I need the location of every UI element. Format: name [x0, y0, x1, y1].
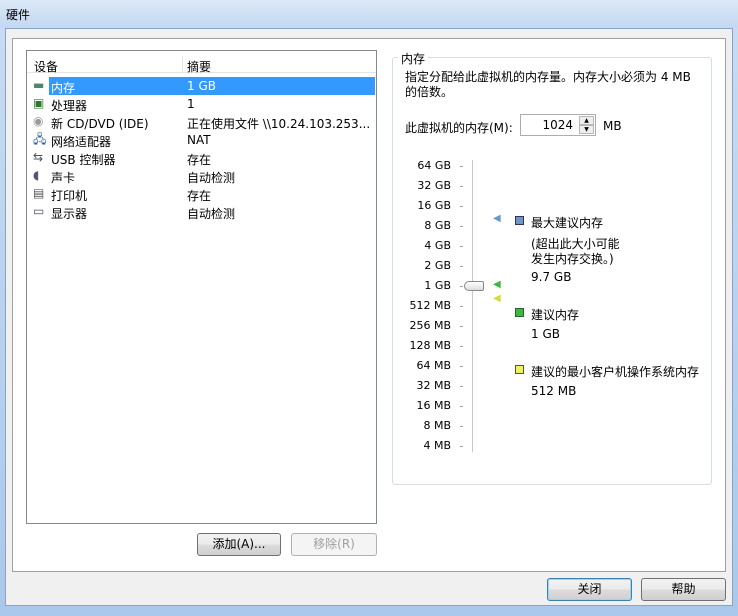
scale-label: 32 GB: [417, 179, 451, 192]
help-button[interactable]: 帮助: [641, 578, 726, 601]
memory-slider-thumb[interactable]: [464, 281, 484, 291]
scale-tick: [460, 426, 463, 427]
device-summary: 自动检测: [187, 171, 236, 185]
scale-tick: [460, 266, 463, 267]
scale-tick: [460, 366, 463, 367]
max-legend-value: 9.7 GB: [531, 270, 572, 284]
spin-up-icon[interactable]: ▲: [579, 116, 594, 125]
memory-field-label: 此虚拟机的内存(M):: [405, 121, 513, 135]
min-recommended-marker-icon: ◀: [493, 293, 501, 304]
device-name: USB 控制器: [51, 153, 116, 167]
remove-button[interactable]: 移除(R): [291, 533, 377, 556]
scale-label: 64 GB: [417, 159, 451, 172]
device-summary: 自动检测: [187, 207, 236, 221]
max-legend-swatch-icon: [515, 216, 524, 225]
device-row[interactable]: ▤ 打印机 存在: [29, 185, 375, 204]
scale-label: 256 MB: [409, 319, 451, 332]
scale-label: 64 MB: [416, 359, 451, 372]
scale-tick: [460, 166, 463, 167]
network-adapter-icon: 🖧: [33, 132, 47, 146]
scale-tick: [460, 206, 463, 207]
memory-unit: MB: [603, 119, 622, 133]
scale-label: 4 MB: [423, 439, 451, 452]
title-bar: 硬件: [0, 0, 738, 28]
scale-tick: [460, 226, 463, 227]
rec-legend-value: 1 GB: [531, 327, 560, 341]
processor-icon: ▣: [33, 96, 45, 110]
scale-label: 16 GB: [417, 199, 451, 212]
device-summary: NAT: [187, 133, 211, 147]
device-row[interactable]: ⇆ USB 控制器 存在: [29, 149, 375, 168]
rec-legend-swatch-icon: [515, 308, 524, 317]
device-name: 新 CD/DVD (IDE): [51, 117, 149, 131]
scale-tick: [460, 306, 463, 307]
column-device[interactable]: 设备: [34, 58, 58, 75]
display-icon: ▭: [33, 204, 45, 218]
device-list[interactable]: 设备 摘要 ▬ 内存 1 GB ▣ 处理器 1 ◉ 新 CD/DVD (IDE) 正在使用文件 …: [26, 50, 377, 524]
device-row[interactable]: 🖧 网络适配器 NAT: [29, 131, 375, 150]
memory-description: 指定分配给此虚拟机的内存量。内存大小必须为 4 MB 的倍数。: [405, 70, 691, 99]
scale-tick: [460, 386, 463, 387]
scale-label: 4 GB: [424, 239, 451, 252]
device-row[interactable]: ◖ 声卡 自动检测: [29, 167, 375, 186]
device-list-header: 设备 摘要: [27, 56, 376, 75]
device-name: 声卡: [51, 171, 76, 185]
scale-tick: [460, 446, 463, 447]
device-name: 打印机: [51, 189, 88, 203]
scale-tick: [460, 186, 463, 187]
column-summary[interactable]: 摘要: [187, 58, 211, 75]
device-summary: 1 GB: [187, 79, 216, 93]
rec-legend-title: 建议内存: [531, 308, 580, 322]
device-summary: 存在: [187, 153, 212, 167]
scale-label: 16 MB: [416, 399, 451, 412]
scale-label: 1 GB: [424, 279, 451, 292]
device-summary: 存在: [187, 189, 212, 203]
device-name: 内存: [51, 81, 76, 95]
add-button[interactable]: 添加(A)...: [197, 533, 281, 556]
device-row[interactable]: ▣ 处理器 1: [29, 95, 375, 114]
scale-label: 512 MB: [409, 299, 451, 312]
memory-spinbox[interactable]: 1024 ▲ ▼: [520, 114, 596, 136]
device-row[interactable]: ▭ 显示器 自动检测: [29, 203, 375, 222]
device-name: 显示器: [51, 207, 88, 221]
scale-label: 32 MB: [416, 379, 451, 392]
memory-group-label: 内存: [398, 50, 429, 67]
max-recommended-marker-icon: ◀: [493, 213, 501, 225]
memory-icon: ▬: [33, 78, 45, 92]
printer-icon: ▤: [33, 186, 45, 200]
usb-icon: ⇆: [33, 150, 44, 164]
memory-slider-track[interactable]: [472, 160, 474, 452]
scale-tick: [460, 246, 463, 247]
memory-input[interactable]: 1024: [542, 118, 573, 132]
min-legend-value: 512 MB: [531, 384, 577, 398]
max-legend-title: 最大建议内存: [531, 216, 604, 230]
spin-down-icon[interactable]: ▼: [579, 125, 594, 134]
min-legend-title: 建议的最小客户机操作系统内存: [531, 365, 700, 379]
scale-label: 128 MB: [409, 339, 451, 352]
cd-dvd-icon: ◉: [33, 114, 44, 128]
device-row[interactable]: ◉ 新 CD/DVD (IDE) 正在使用文件 \\10.24.103.253...: [29, 113, 375, 132]
scale-label: 8 MB: [423, 419, 451, 432]
window-title: 硬件: [6, 8, 31, 22]
device-name: 网络适配器: [51, 135, 112, 149]
device-name: 处理器: [51, 99, 88, 113]
min-legend-swatch-icon: [515, 365, 524, 374]
device-summary: 正在使用文件 \\10.24.103.253...: [187, 117, 371, 131]
scale-tick: [460, 406, 463, 407]
scale-tick: [460, 326, 463, 327]
sound-card-icon: ◖: [33, 168, 40, 182]
max-legend-note-2: 发生内存交换。): [531, 252, 614, 266]
scale-label: 8 GB: [424, 219, 451, 232]
scale-tick: [460, 346, 463, 347]
device-row[interactable]: ▬ 内存 1 GB: [29, 77, 375, 95]
device-summary: 1: [187, 97, 195, 111]
close-button[interactable]: 关闭: [547, 578, 632, 601]
recommended-marker-icon: ◀: [493, 279, 501, 290]
scale-tick: [460, 286, 463, 287]
scale-label: 2 GB: [424, 259, 451, 272]
